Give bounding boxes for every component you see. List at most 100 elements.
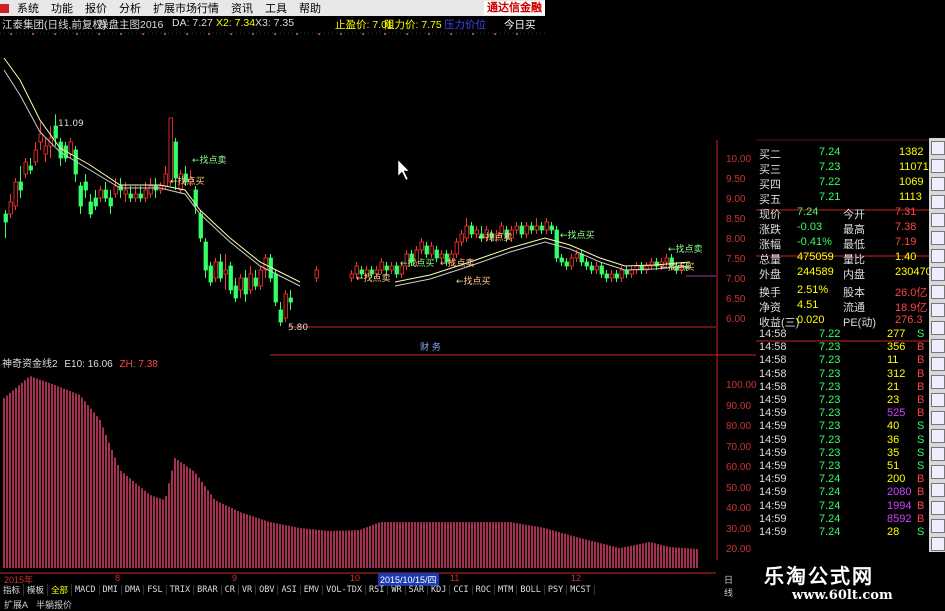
candle-body bbox=[113, 185, 118, 195]
minus-icon[interactable] bbox=[931, 285, 945, 299]
indicator-tab-sar[interactable]: SAR bbox=[406, 585, 428, 595]
sub-axis-label: 30.00 bbox=[726, 523, 752, 535]
stat-label: 流通 bbox=[843, 302, 865, 314]
line-icon[interactable] bbox=[931, 159, 945, 173]
rsi-icon[interactable] bbox=[931, 249, 945, 263]
indicator-tab-trix[interactable]: TRIX bbox=[167, 585, 195, 595]
indicator-tab-roc[interactable]: ROC bbox=[473, 585, 496, 595]
tick-direction: S bbox=[917, 460, 925, 472]
gear-icon[interactable] bbox=[931, 447, 945, 461]
stat-value: 2.51% bbox=[797, 284, 829, 296]
price-axis-label: 7.50 bbox=[726, 254, 746, 265]
sub-indicator-header: 神奇资金线2 E10: 16.06 ZH: 7.38 bbox=[2, 355, 158, 370]
sub-axis-label: 70.00 bbox=[726, 441, 752, 453]
stat-value: 7.24 bbox=[797, 206, 819, 218]
indicator-tab-rsi[interactable]: RSI bbox=[366, 585, 389, 595]
candle-body bbox=[233, 285, 238, 299]
top-marker bbox=[230, 33, 232, 35]
book-icon[interactable] bbox=[931, 465, 945, 479]
stat-value: 244589 bbox=[797, 266, 834, 278]
timeline-period[interactable]: 日线 bbox=[724, 573, 733, 599]
top-marker bbox=[384, 33, 386, 35]
dot-icon[interactable] bbox=[931, 321, 945, 335]
indicator-tab-asi[interactable]: ASI bbox=[278, 585, 301, 595]
indicator-tab-指标[interactable]: 指标 bbox=[0, 584, 25, 596]
stat-value: 475059 bbox=[797, 251, 834, 263]
tick-direction: S bbox=[917, 446, 925, 459]
indicator-tab-cr[interactable]: CR bbox=[222, 585, 239, 595]
candle-body bbox=[38, 133, 43, 143]
doc-icon[interactable] bbox=[931, 429, 945, 443]
indicator-tab-dma[interactable]: DMA bbox=[122, 585, 145, 595]
tick-time: 14:58 bbox=[759, 354, 787, 367]
candle-body bbox=[138, 193, 143, 199]
top-marker bbox=[76, 33, 78, 35]
candle-body bbox=[379, 261, 384, 271]
indicator-tab-全部[interactable]: 全部 bbox=[48, 584, 73, 596]
price-axis-label: 8.00 bbox=[726, 234, 746, 245]
indicator-tab-boll[interactable]: BOLL bbox=[517, 585, 545, 595]
indicator-tab-cci[interactable]: CCI bbox=[450, 585, 473, 595]
tab-ext-a[interactable]: 扩展A bbox=[0, 598, 32, 610]
box-icon[interactable] bbox=[931, 339, 945, 353]
indicator-tab-fsl[interactable]: FSL bbox=[144, 585, 167, 595]
f10-icon[interactable] bbox=[931, 195, 945, 209]
top-marker bbox=[186, 33, 188, 35]
stat-value: 18.9亿 bbox=[895, 302, 928, 314]
orderbook-price: 7.21 bbox=[819, 191, 841, 203]
indicator-tabs: 指标 模板 全部 MACD DMI DMA FSL TRIX BRAR CR VR OBV ASI EMV… bbox=[0, 583, 716, 597]
candle-body bbox=[354, 265, 359, 275]
star-icon[interactable] bbox=[931, 393, 945, 407]
indicator-tab-macd[interactable]: MACD bbox=[72, 585, 100, 595]
indicator-tab-mcst[interactable]: MCST bbox=[567, 585, 595, 595]
tick-price: 7.24 bbox=[819, 512, 841, 525]
indicator-tab-模板[interactable]: 模板 bbox=[24, 584, 49, 596]
tick-direction: S bbox=[917, 328, 925, 340]
indicator-tab-wr[interactable]: WR bbox=[388, 585, 406, 595]
tick-price: 7.23 bbox=[819, 407, 841, 420]
bottom-status-bar: 扩展A 半躺报价 bbox=[0, 598, 716, 610]
tick-price: 7.24 bbox=[819, 486, 841, 499]
close-icon[interactable] bbox=[931, 501, 945, 515]
candle-body bbox=[253, 277, 258, 287]
signal-label: ←找点买 bbox=[170, 175, 205, 187]
pen-icon[interactable] bbox=[931, 303, 945, 317]
candle-body bbox=[173, 141, 178, 179]
arrow-icon[interactable] bbox=[931, 519, 945, 533]
price-axis-label: 6.00 bbox=[726, 314, 746, 325]
tag-icon[interactable] bbox=[931, 537, 945, 551]
sub-axis-label: 80.00 bbox=[726, 421, 752, 432]
indicator-tab-emv[interactable]: EMV bbox=[301, 585, 324, 595]
plus-icon[interactable] bbox=[931, 267, 945, 281]
tick-volume: 312 bbox=[887, 367, 906, 380]
indicator-tab-mtm[interactable]: MTM bbox=[495, 585, 518, 595]
grid-icon[interactable] bbox=[931, 177, 945, 191]
tick-direction: B bbox=[917, 394, 925, 406]
indicator-tab-vr[interactable]: VR bbox=[239, 585, 257, 595]
tick-direction: S bbox=[917, 420, 925, 433]
indicator-tab-kdj[interactable]: KDJ bbox=[428, 585, 451, 595]
indicator-tab-vol-tdx[interactable]: VOL-TDX bbox=[323, 585, 366, 595]
main-chart[interactable]: 11.09 5.80 ←找点卖 ←找点买 ←找点卖 ←找点买 ←找点卖 ←找点买 ←找点卖 ←找点… bbox=[0, 0, 716, 583]
tick-price: 7.23 bbox=[819, 446, 841, 459]
indicator-tab-obv[interactable]: OBV bbox=[256, 585, 279, 595]
indicator-tab-psy[interactable]: PSY bbox=[545, 585, 568, 595]
indicator-tab-brar[interactable]: BRAR bbox=[194, 585, 222, 595]
sub-axis-label: 40.00 bbox=[726, 503, 752, 514]
tab-half-quote[interactable]: 半躺报价 bbox=[32, 598, 76, 610]
chart-icon[interactable] bbox=[931, 141, 945, 155]
cube-icon[interactable] bbox=[931, 411, 945, 425]
flag-icon[interactable] bbox=[931, 357, 945, 371]
list-icon[interactable] bbox=[931, 375, 945, 389]
ri-icon[interactable] bbox=[931, 231, 945, 245]
candle-body bbox=[459, 233, 464, 243]
tick-time: 14:59 bbox=[759, 473, 787, 486]
tick-volume: 277 bbox=[887, 328, 906, 340]
top-marker bbox=[406, 33, 408, 35]
candle-body bbox=[574, 253, 579, 259]
tick-price: 7.23 bbox=[819, 367, 841, 380]
signal-label: ←找点买 bbox=[456, 275, 491, 287]
ext-icon[interactable] bbox=[931, 483, 945, 497]
indicator-tab-dmi[interactable]: DMI bbox=[100, 585, 122, 595]
info-icon[interactable] bbox=[931, 213, 945, 227]
